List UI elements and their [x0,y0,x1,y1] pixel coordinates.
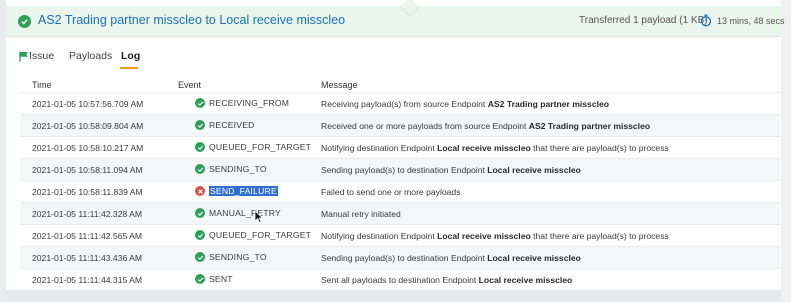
transfer-detail-panel: AS2 Trading partner misscleo to Local re… [0,0,791,302]
transfer-duration: 13 mins, 48 secs [717,16,785,26]
right-scroll-area [781,0,791,302]
message-endpoint-name: Local receive misscleo [437,143,531,153]
message-endpoint-name: AS2 Trading partner misscleo [528,121,651,131]
tab-log[interactable]: Log [121,50,140,62]
row-time: 2021-01-05 11:11:42.328 AM [32,209,143,219]
log-table-header: Time Event Message [20,78,780,92]
event-label: SENDING_TO [209,252,267,262]
tab-log-underline [120,67,138,69]
check-circle-icon [195,142,205,152]
message-text-suffix: that there are payload(s) to process [530,143,669,153]
check-circle-icon [195,230,205,240]
row-message: Notifying destination Endpoint Local rec… [321,143,669,153]
header-pointer [400,0,420,17]
row-time: 2021-01-05 10:58:10.217 AM [32,143,144,153]
row-event: SENT [195,274,233,284]
event-label: SEND_FAILURE [209,186,278,196]
row-event: SENDING_TO [195,164,267,174]
table-row[interactable]: 2021-01-05 10:58:11.094 AM SENDING_TO Send… [20,158,780,180]
column-header-event: Event [178,80,202,90]
row-time: 2021-01-05 10:58:11.094 AM [32,165,143,175]
row-time: 2021-01-05 10:57:56.709 AM [32,99,144,109]
row-event: QUEUED_FOR_TARGET [195,142,311,152]
row-message: Sent all payloads to destination Endpoin… [321,275,572,285]
table-row[interactable]: 2021-01-05 10:58:10.217 AM QUEUED_FOR_TAR… [20,136,780,158]
row-event: SEND_FAILURE [195,186,278,196]
tab-payloads[interactable]: Payloads [69,50,112,62]
message-text: Notifying destination Endpoint [321,143,438,153]
tab-issue[interactable]: Issue [19,50,54,62]
row-message: Sending payload(s) to destination Endpoi… [321,165,581,175]
row-message: Received one or more payloads from sourc… [321,121,650,131]
row-event: RECEIVING_FROM [195,98,289,108]
column-header-message: Message [321,80,358,90]
message-text: Failed to send one or more payloads [321,187,461,197]
event-label: SENDING_TO [209,164,267,174]
check-circle-icon [18,15,31,28]
message-text: Notifying destination Endpoint [321,231,438,241]
table-row[interactable]: 2021-01-05 11:11:43.436 AM SENDING_TO Send… [20,246,780,268]
message-endpoint-name: Local receive misscleo [487,253,581,263]
table-row[interactable]: 2021-01-05 10:58:11.839 AM SEND_FAILURE Fa… [20,180,780,202]
message-text: Sent all payloads to destination Endpoin… [321,275,479,285]
check-circle-icon [195,120,205,130]
check-circle-icon [195,274,205,284]
row-message: Failed to send one or more payloads [321,187,461,197]
message-endpoint-name: Local receive misscleo [487,165,581,175]
message-text: Receiving payload(s) from source Endpoin… [321,99,488,109]
row-event: RECEIVED [195,120,255,130]
bottom-edge [6,290,781,302]
error-circle-icon [195,186,205,196]
row-message: Manual retry initiated [321,209,401,219]
message-text: Manual retry initiated [321,209,401,219]
message-endpoint-name: AS2 Trading partner misscleo [487,99,610,109]
column-header-time: Time [32,80,52,90]
event-label: QUEUED_FOR_TARGET [209,230,312,240]
message-text-suffix: that there are payload(s) to process [530,231,669,241]
check-circle-icon [195,164,205,174]
table-row[interactable]: 2021-01-05 10:57:56.709 AM RECEIVING_FROM… [20,92,780,114]
row-event: SENDING_TO [195,252,267,262]
row-time: 2021-01-05 11:11:44.315 AM [32,275,143,285]
row-time: 2021-01-05 10:58:11.839 AM [32,187,143,197]
message-text: Received one or more payloads from sourc… [321,121,529,131]
transferred-summary: Transferred 1 payload (1 KB) [579,15,708,26]
table-row[interactable]: 2021-01-05 10:58:09.804 AM RECEIVED Receiv… [20,114,780,136]
stopwatch-icon [700,14,712,27]
row-message: Notifying destination Endpoint Local rec… [321,231,669,241]
table-row[interactable]: 2021-01-05 11:11:42.328 AM MANUAL_RETRY Ma… [20,202,780,224]
row-event: MANUAL_RETRY [195,208,281,218]
row-message: Sending payload(s) to destination Endpoi… [321,253,581,263]
flag-icon [19,51,28,62]
transfer-title[interactable]: AS2 Trading partner misscleo to Local re… [38,13,345,27]
event-label: QUEUED_FOR_TARGET [209,142,312,152]
row-time: 2021-01-05 11:11:43.436 AM [32,253,143,263]
message-endpoint-name: Local receive misscleo [437,231,531,241]
left-margin [0,0,6,302]
transfer-header: AS2 Trading partner misscleo to Local re… [6,0,785,37]
mouse-cursor-icon [254,210,264,224]
event-label: RECEIVING_FROM [209,98,290,108]
event-label: MANUAL_RETRY [209,208,281,218]
check-circle-icon [195,208,205,218]
message-endpoint-name: Local receive misscleo [478,275,573,285]
row-message: Receiving payload(s) from source Endpoin… [321,99,609,109]
check-circle-icon [195,98,205,108]
event-label: SENT [209,274,233,284]
table-row[interactable]: 2021-01-05 11:11:44.315 AM SENT Sent all p… [20,268,780,290]
row-time: 2021-01-05 10:58:09.804 AM [32,121,144,131]
row-event: QUEUED_FOR_TARGET [195,230,311,240]
row-time: 2021-01-05 11:11:42.565 AM [32,231,143,241]
message-text: Sending payload(s) to destination Endpoi… [321,253,488,263]
message-text: Sending payload(s) to destination Endpoi… [321,165,488,175]
event-label: RECEIVED [209,120,255,130]
check-circle-icon [195,252,205,262]
table-row[interactable]: 2021-01-05 11:11:42.565 AM QUEUED_FOR_TAR… [20,224,780,246]
